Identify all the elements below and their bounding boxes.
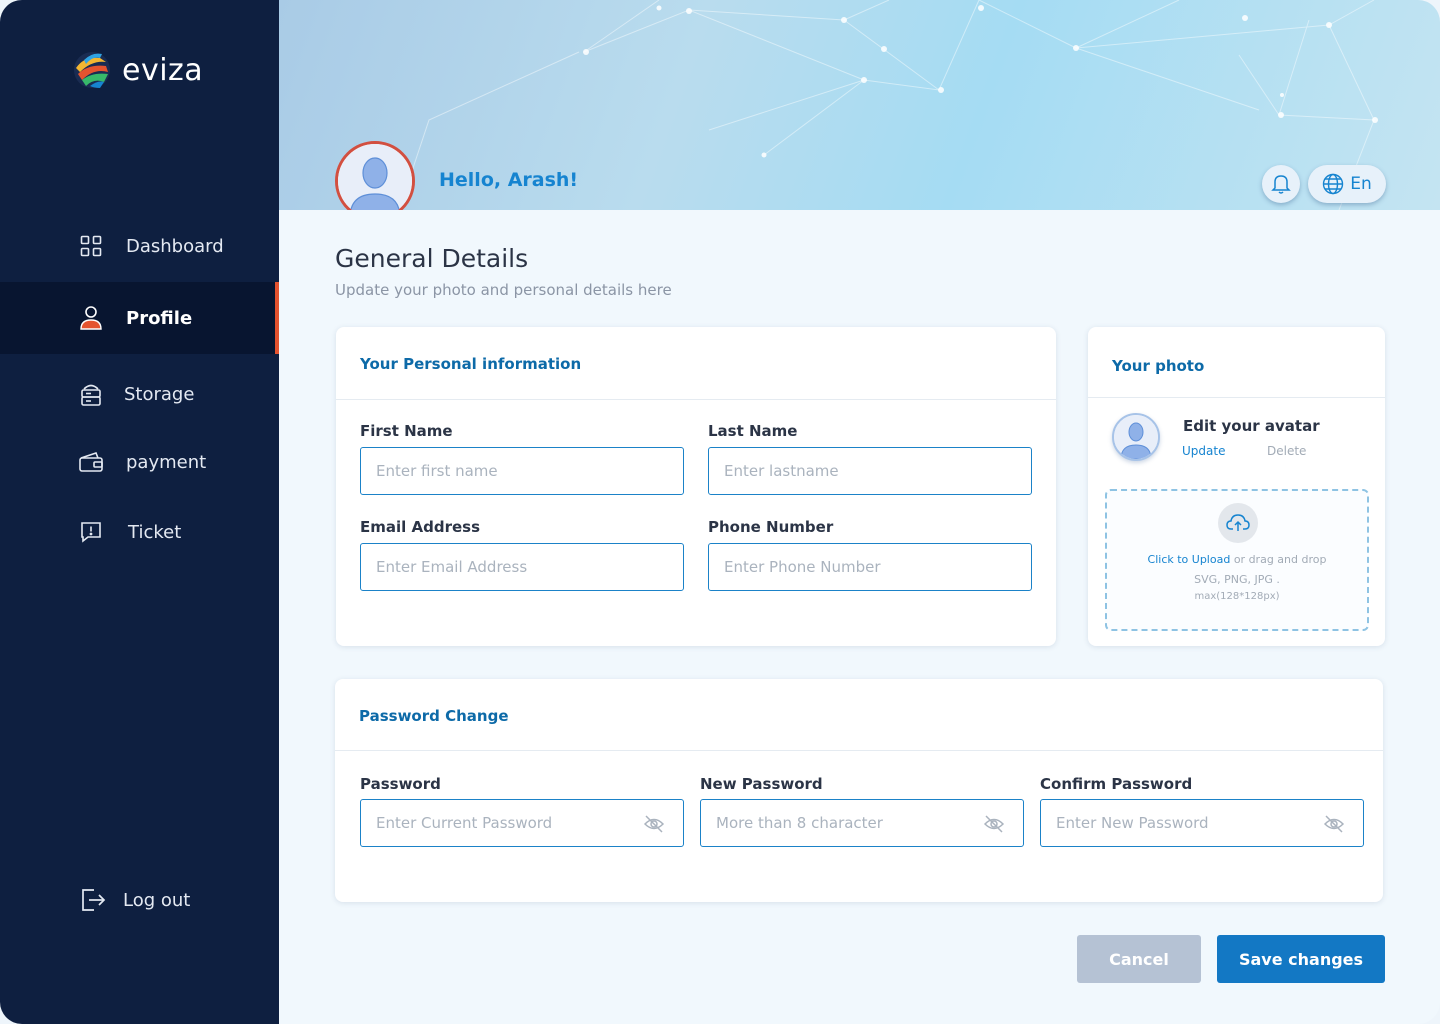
cancel-button[interactable]: Cancel: [1077, 935, 1201, 983]
drag-drop-text: or drag and drop: [1230, 553, 1327, 566]
sidebar-item-profile[interactable]: Profile: [0, 282, 279, 354]
sidebar-item-storage[interactable]: Storage: [0, 358, 279, 430]
page-title: General Details: [335, 244, 529, 273]
cloud-upload-icon: [1226, 514, 1250, 531]
personal-info-title: Your Personal information: [360, 355, 582, 373]
photo-card-title: Your photo: [1112, 357, 1205, 375]
last-name-label: Last Name: [708, 422, 798, 440]
profile-avatar[interactable]: [335, 141, 415, 221]
delete-avatar-link[interactable]: Delete: [1267, 444, 1306, 458]
phone-input[interactable]: [724, 544, 1031, 590]
logout-button[interactable]: Log out: [0, 864, 279, 936]
user-silhouette-icon: [1114, 415, 1158, 459]
divider: [335, 750, 1383, 751]
logout-icon: [80, 887, 106, 913]
current-password-input[interactable]: [376, 800, 636, 846]
upload-button[interactable]: [1218, 503, 1258, 543]
grid-icon: [78, 233, 104, 259]
password-card-title: Password Change: [359, 707, 509, 725]
sidebar-item-label: Ticket: [128, 521, 182, 543]
greeting-text: Hello, Arash!: [439, 169, 579, 191]
confirm-password-field-wrapper: [1040, 799, 1364, 847]
upload-max-size: max(128*128px): [1194, 591, 1280, 602]
brand-logo[interactable]: eviza: [70, 48, 203, 92]
current-password-field-wrapper: [360, 799, 684, 847]
eye-off-icon[interactable]: [1323, 813, 1345, 835]
sidebar-item-label: Profile: [126, 307, 193, 329]
eye-off-icon[interactable]: [643, 813, 665, 835]
storage-icon: [78, 381, 104, 407]
ticket-icon: [78, 519, 104, 545]
confirm-password-label: Confirm Password: [1040, 775, 1193, 793]
first-name-label: First Name: [360, 422, 453, 440]
password-card: Password Change Password New Password Co…: [335, 679, 1383, 902]
divider: [336, 399, 1056, 400]
new-password-field-wrapper: [700, 799, 1024, 847]
eye-off-icon[interactable]: [983, 813, 1005, 835]
photo-card: Your photo Edit your avatar Update Delet…: [1088, 327, 1385, 646]
wallet-icon: [78, 449, 104, 475]
new-password-input[interactable]: [716, 800, 976, 846]
sidebar-item-label: Storage: [124, 383, 195, 405]
sidebar-item-dashboard[interactable]: Dashboard: [0, 210, 279, 282]
update-avatar-link[interactable]: Update: [1182, 444, 1225, 458]
first-name-field-wrapper: [360, 447, 684, 495]
phone-field-wrapper: [708, 543, 1032, 591]
confirm-password-input[interactable]: [1056, 800, 1316, 846]
sidebar-item-label: payment: [126, 451, 207, 473]
eviza-logo-icon: [74, 52, 110, 88]
bell-icon: [1271, 175, 1291, 194]
new-password-label: New Password: [700, 775, 823, 793]
click-to-upload-link[interactable]: Click to Upload: [1148, 553, 1231, 566]
email-label: Email Address: [360, 518, 481, 536]
personal-info-card: Your Personal information First Name Las…: [336, 327, 1056, 646]
sidebar-item-ticket[interactable]: Ticket: [0, 496, 279, 568]
photo-avatar: [1112, 413, 1160, 461]
upload-dropzone[interactable]: Click to Upload or drag and drop SVG, PN…: [1105, 489, 1369, 631]
phone-label: Phone Number: [708, 518, 834, 536]
save-changes-button[interactable]: Save changes: [1217, 935, 1385, 983]
user-silhouette-icon: [338, 144, 412, 218]
divider: [1088, 397, 1385, 398]
email-input[interactable]: [376, 544, 683, 590]
sidebar-item-label: Dashboard: [126, 235, 224, 257]
edit-avatar-label: Edit your avatar: [1183, 417, 1320, 435]
first-name-input[interactable]: [376, 448, 683, 494]
language-selector[interactable]: En: [1308, 165, 1386, 203]
last-name-field-wrapper: [708, 447, 1032, 495]
upload-formats: SVG, PNG, JPG .: [1194, 573, 1280, 586]
sidebar: eviza Dashboard Profile Storage payment …: [0, 0, 279, 1024]
last-name-input[interactable]: [724, 448, 1031, 494]
upload-instructions: Click to Upload or drag and drop: [1107, 553, 1367, 566]
notifications-button[interactable]: [1262, 165, 1300, 203]
sidebar-item-payment[interactable]: payment: [0, 426, 279, 498]
current-password-label: Password: [360, 775, 441, 793]
email-field-wrapper: [360, 543, 684, 591]
user-icon: [78, 305, 104, 331]
logout-label: Log out: [123, 889, 191, 911]
globe-icon: [1323, 173, 1344, 195]
brand-name: eviza: [122, 52, 204, 88]
page-subtitle: Update your photo and personal details h…: [335, 281, 672, 299]
language-label: En: [1350, 174, 1372, 194]
